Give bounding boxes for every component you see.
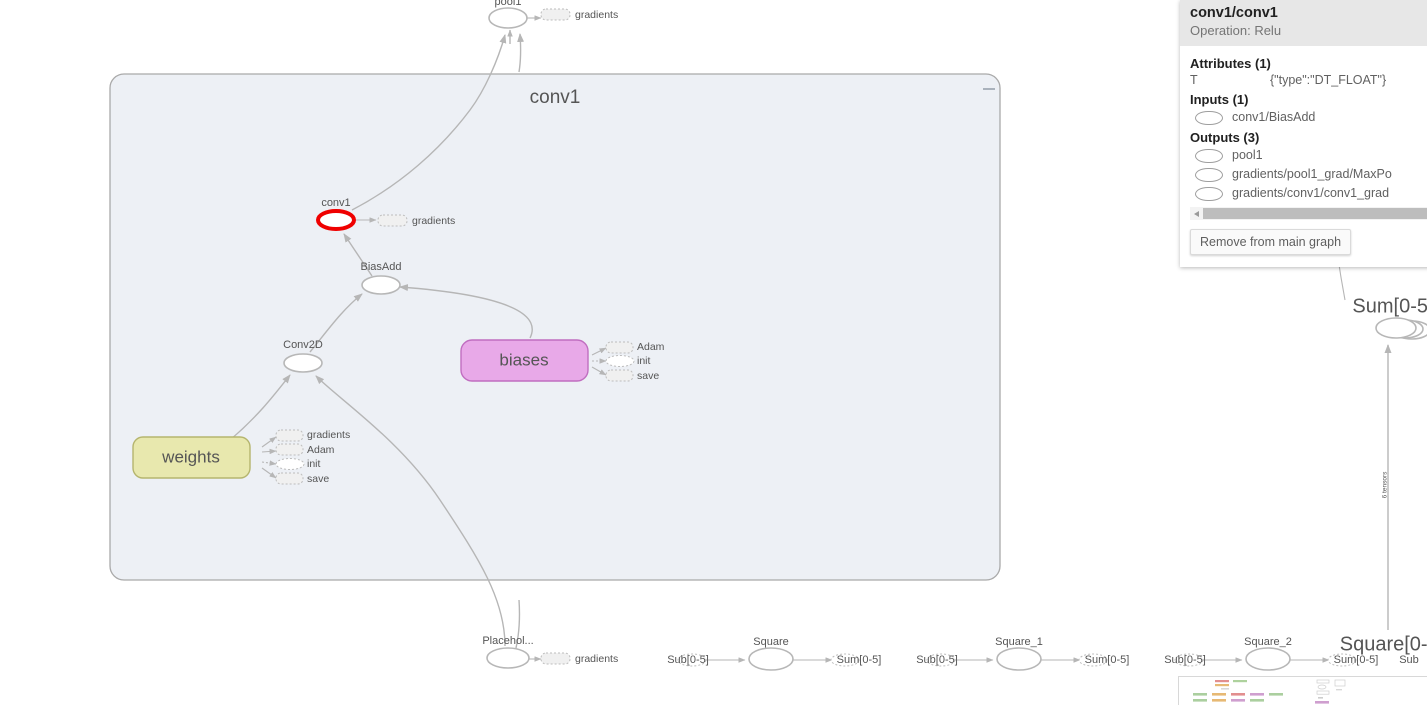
op-node-icon	[1195, 167, 1223, 182]
node-biases-label: biases	[499, 350, 548, 369]
scrollbar-thumb[interactable]	[1203, 208, 1427, 219]
remove-from-main-graph-button[interactable]: Remove from main graph	[1190, 229, 1352, 255]
node-biasadd-label: BiasAdd	[361, 261, 402, 273]
node-weights-label: weights	[161, 447, 220, 466]
node-square-1[interactable]: Square_1	[995, 636, 1043, 671]
output-name: gradients/conv1/conv1_grad	[1232, 186, 1390, 200]
attribute-value: {"type":"DT_FLOAT"}	[1270, 73, 1387, 87]
node-sum-series-label: Sum[0-5]	[1352, 295, 1427, 317]
node-placeholder[interactable]: Placehol...	[482, 635, 534, 669]
series-label-sub-1: Sub[0-5]	[916, 654, 958, 666]
annotation-node[interactable]: init	[275, 458, 321, 470]
minimap-thumbnail	[1179, 677, 1425, 704]
node-square-series-label: Square[0-5]	[1340, 633, 1427, 655]
node-square-label: Square	[753, 636, 788, 648]
node-info-card[interactable]: conv1/conv1 Operation: Relu Attributes (…	[1180, 0, 1427, 267]
svg-text:save: save	[637, 370, 659, 382]
op-node-icon	[1195, 110, 1223, 125]
node-square-2-label: Square_2	[1244, 636, 1292, 648]
output-name: gradients/pool1_grad/MaxPo	[1232, 167, 1392, 181]
group-conv1-title: conv1	[530, 87, 581, 108]
op-node-icon	[1195, 186, 1223, 201]
series-label-sub-0: Sub[0-5]	[667, 654, 709, 666]
node-weights[interactable]: weights	[132, 436, 251, 479]
series-label-sum-0: Sum[0-5]	[837, 654, 882, 666]
input-name: conv1/BiasAdd	[1232, 110, 1316, 124]
attribute-row: T {"type":"DT_FLOAT"}	[1190, 72, 1427, 89]
node-pool1-label: pool1	[495, 0, 522, 8]
node-conv2d-label: Conv2D	[283, 339, 323, 351]
attribute-key: T	[1190, 73, 1198, 87]
annotation-node[interactable]: gradients	[275, 429, 350, 442]
inputs-heading: Inputs (1)	[1190, 92, 1249, 107]
attributes-heading: Attributes (1)	[1190, 56, 1271, 71]
node-square-1-label: Square_1	[995, 636, 1043, 648]
node-pool1[interactable]: pool1	[488, 0, 528, 29]
svg-text:Adam: Adam	[307, 444, 335, 456]
svg-text:init: init	[637, 355, 651, 367]
node-square[interactable]: Square	[748, 636, 794, 671]
edge-count-label: 6 tensors	[1382, 471, 1389, 498]
input-row[interactable]: conv1/BiasAdd	[1190, 108, 1427, 127]
series-label-sum-1: Sum[0-5]	[1085, 654, 1130, 666]
node-conv1-relu-label: conv1	[321, 197, 350, 209]
annotation-node[interactable]: init	[605, 355, 651, 367]
series-label-sub-2: Sub[0-5]	[1164, 654, 1206, 666]
svg-text:init: init	[307, 458, 321, 470]
svg-text:gradients: gradients	[412, 215, 455, 227]
scroll-left-arrow-icon[interactable]	[1190, 207, 1203, 220]
node-conv1-relu[interactable]: conv1	[316, 197, 356, 231]
node-biases[interactable]: biases	[460, 339, 589, 382]
graph-canvas[interactable]: conv1 pool1 conv1 BiasAdd Conv2D weights…	[0, 0, 1427, 705]
horizontal-scrollbar[interactable]	[1190, 207, 1427, 220]
op-node-icon	[1195, 148, 1223, 163]
node-placeholder-label: Placehol...	[482, 635, 533, 647]
svg-text:gradients: gradients	[307, 429, 350, 441]
series-label-sub-3: Sub	[1399, 654, 1419, 666]
annotation-node[interactable]: gradients	[540, 8, 618, 21]
annotation-node[interactable]: gradients	[540, 652, 618, 665]
node-info-operation: Operation: Relu	[1190, 23, 1282, 38]
node-info-header: conv1/conv1 Operation: Relu	[1180, 0, 1427, 46]
output-row[interactable]: gradients/conv1/conv1_grad	[1190, 184, 1427, 203]
annotation-node[interactable]: gradients	[377, 214, 455, 227]
group-conv1[interactable]: conv1	[109, 73, 1001, 581]
graph-minimap[interactable]	[1178, 676, 1427, 705]
output-name: pool1	[1232, 148, 1263, 162]
output-row[interactable]: gradients/pool1_grad/MaxPo	[1190, 165, 1427, 184]
svg-text:gradients: gradients	[575, 653, 618, 665]
output-row[interactable]: pool1	[1190, 146, 1427, 165]
svg-text:Adam: Adam	[637, 341, 665, 353]
svg-text:gradients: gradients	[575, 9, 618, 21]
node-sum-series[interactable]: Sum[0-5]	[1352, 295, 1427, 340]
series-label-sum-2: Sum[0-5]	[1334, 654, 1379, 666]
outputs-heading: Outputs (3)	[1190, 130, 1260, 145]
svg-text:save: save	[307, 473, 329, 485]
node-info-title: conv1/conv1	[1190, 5, 1278, 21]
info-card-actions: Remove from main graph	[1180, 220, 1427, 267]
node-square-2[interactable]: Square_2	[1244, 636, 1292, 671]
